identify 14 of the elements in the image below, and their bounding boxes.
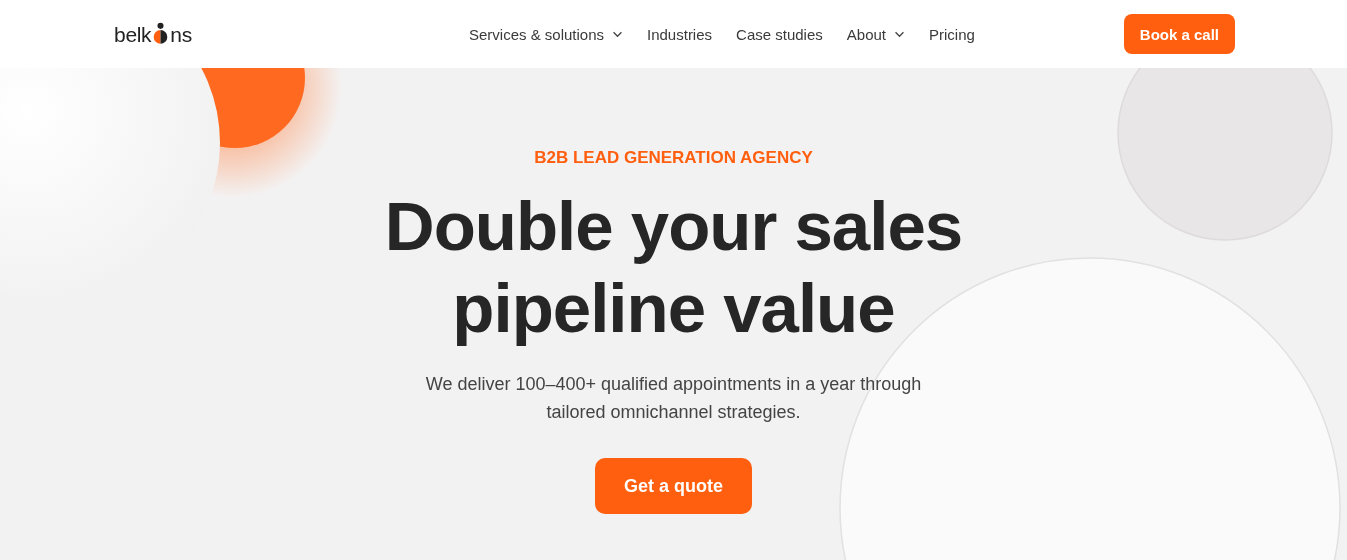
nav-link[interactable]: About xyxy=(846,25,905,43)
nav-link[interactable]: Industries xyxy=(647,25,713,43)
logo-text: ns xyxy=(170,22,192,47)
hero-heading: Double your sales xyxy=(384,187,963,267)
eyebrow-label: B2B LEAD GENERATION AGENCY xyxy=(534,148,813,168)
hero-heading: pipeline value xyxy=(452,269,895,349)
nav-link[interactable]: Pricing xyxy=(929,25,975,43)
logo-text: belk xyxy=(114,22,152,47)
logo[interactable]: belk ns xyxy=(114,21,374,47)
person-icon xyxy=(152,21,170,45)
nav-link[interactable]: Services & solutions xyxy=(468,25,623,43)
hero-description: We deliver 100–400+ qualified appointments in a year through xyxy=(425,373,922,396)
nav-link[interactable]: Case studies xyxy=(736,25,823,43)
hero-description: tailored omnichannel strategies. xyxy=(546,401,801,424)
